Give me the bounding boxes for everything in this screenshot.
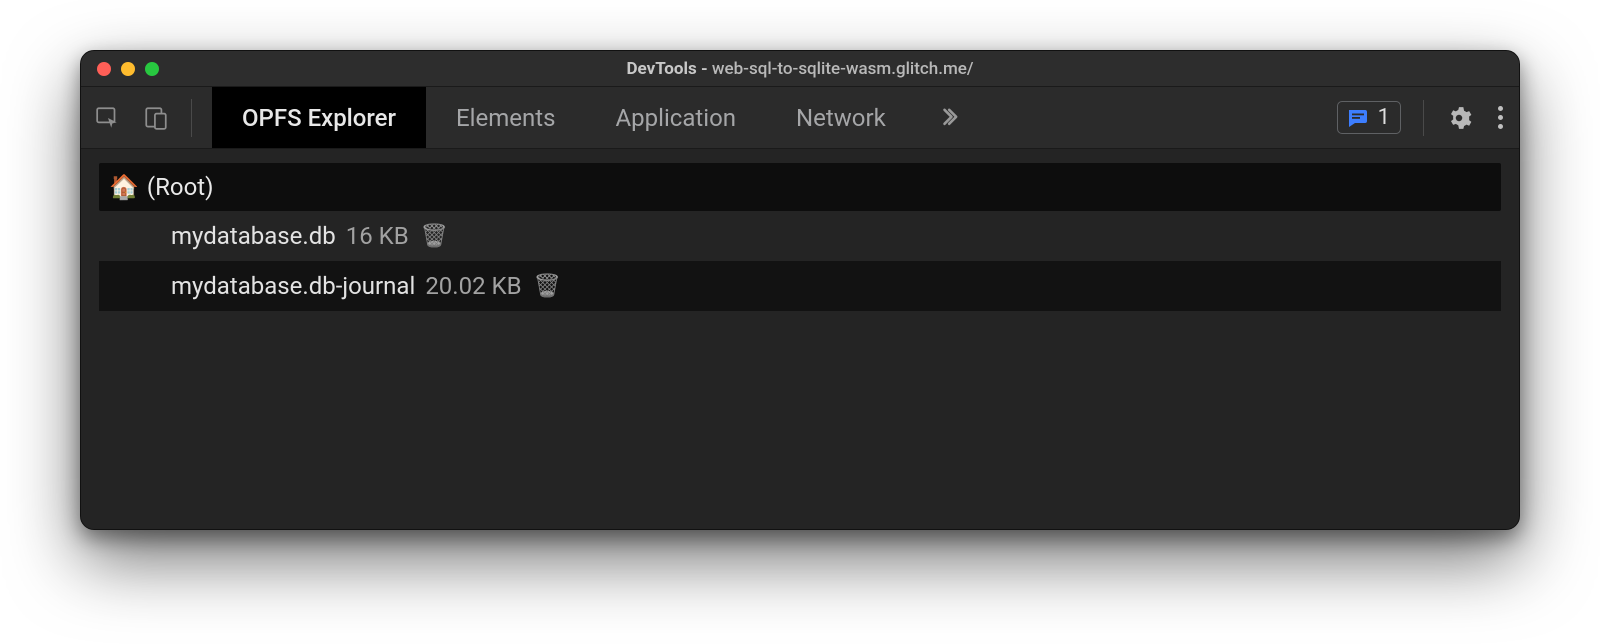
device-toolbar-icon[interactable] xyxy=(143,105,169,131)
trash-icon[interactable]: 🗑️ xyxy=(534,274,561,299)
root-label: (Root) xyxy=(147,173,214,201)
tab-label: Elements xyxy=(456,104,555,132)
trash-icon[interactable]: 🗑️ xyxy=(421,224,448,249)
more-tabs-button[interactable] xyxy=(916,87,980,148)
tab-label: Network xyxy=(796,104,886,132)
titlebar: DevTools - web-sql-to-sqlite-wasm.glitch… xyxy=(81,51,1519,87)
house-icon: 🏠 xyxy=(109,173,139,201)
more-options-icon[interactable] xyxy=(1494,102,1507,133)
tab-label: Application xyxy=(616,104,737,132)
title-prefix: DevTools - xyxy=(626,59,711,79)
toolbar: OPFS Explorer Elements Application Netwo… xyxy=(81,87,1519,149)
window-title: DevTools - web-sql-to-sqlite-wasm.glitch… xyxy=(81,59,1519,79)
opfs-tree: 🏠 (Root) mydatabase.db 16 KB 🗑️ mydataba… xyxy=(81,149,1519,325)
minimize-window-button[interactable] xyxy=(121,62,135,76)
issues-badge-button[interactable]: 1 xyxy=(1337,101,1401,134)
toolbar-divider xyxy=(1423,100,1424,136)
tab-opfs-explorer[interactable]: OPFS Explorer xyxy=(212,87,426,148)
issues-count: 1 xyxy=(1378,105,1390,130)
tab-network[interactable]: Network xyxy=(766,87,916,148)
inspect-element-icon[interactable] xyxy=(95,105,121,131)
tab-label: OPFS Explorer xyxy=(242,104,396,132)
tree-root-row[interactable]: 🏠 (Root) xyxy=(99,163,1501,211)
file-size: 16 KB xyxy=(346,222,409,250)
file-size: 20.02 KB xyxy=(425,272,521,300)
file-name: mydatabase.db xyxy=(171,222,336,250)
tab-elements[interactable]: Elements xyxy=(426,87,585,148)
zoom-window-button[interactable] xyxy=(145,62,159,76)
traffic-lights xyxy=(81,62,159,76)
close-window-button[interactable] xyxy=(97,62,111,76)
title-url: web-sql-to-sqlite-wasm.glitch.me/ xyxy=(712,59,974,79)
panel-tabs: OPFS Explorer Elements Application Netwo… xyxy=(212,87,980,148)
settings-icon[interactable] xyxy=(1446,105,1472,131)
toolbar-left-icons xyxy=(95,99,192,137)
tab-application[interactable]: Application xyxy=(586,87,767,148)
file-row[interactable]: mydatabase.db 16 KB 🗑️ xyxy=(99,211,1501,261)
file-name: mydatabase.db-journal xyxy=(171,272,415,300)
devtools-window: DevTools - web-sql-to-sqlite-wasm.glitch… xyxy=(80,50,1520,530)
toolbar-right: 1 xyxy=(1337,100,1507,136)
file-row[interactable]: mydatabase.db-journal 20.02 KB 🗑️ xyxy=(99,261,1501,311)
